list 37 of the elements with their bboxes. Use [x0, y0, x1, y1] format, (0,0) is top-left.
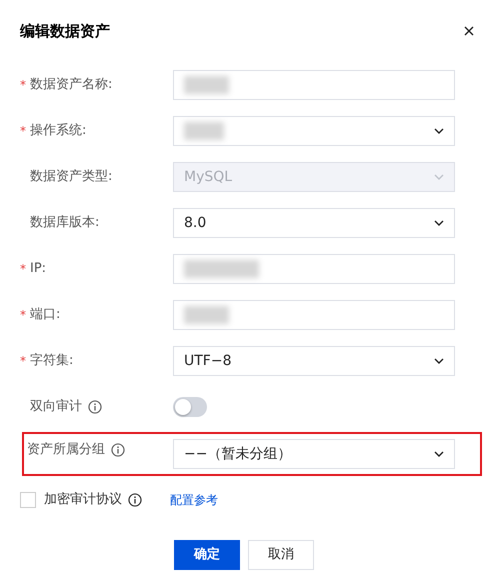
field-label: 双向审计	[30, 398, 82, 416]
checkbox-label: 加密审计协议	[44, 491, 122, 510]
select-field[interactable]: 8.0	[173, 208, 455, 238]
required-mark: *	[20, 261, 27, 278]
field-label: 数据库版本:	[30, 214, 100, 232]
select-field[interactable]: −−（暂未分组）	[173, 439, 455, 469]
checkbox[interactable]	[20, 492, 36, 508]
input-field[interactable]	[173, 300, 455, 330]
toggle-switch[interactable]	[173, 397, 207, 417]
required-mark: *	[20, 77, 27, 94]
required-mark: *	[20, 353, 27, 370]
caret-icon	[434, 128, 444, 134]
field-label: 数据资产类型:	[30, 168, 112, 186]
required-mark: *	[20, 123, 27, 140]
field-label: 字符集:	[30, 352, 74, 370]
field-label: 数据资产名称:	[30, 76, 112, 94]
field-label: 操作系统:	[30, 122, 86, 140]
select-field[interactable]	[173, 116, 455, 146]
reference-link[interactable]: 配置参考	[170, 491, 218, 509]
caret-icon	[434, 451, 444, 457]
dialog-title: 编辑数据资产	[20, 20, 110, 42]
required-mark: *	[20, 307, 27, 324]
cancel-button[interactable]: 取消	[248, 540, 314, 570]
blurred-value	[184, 306, 229, 324]
select-field[interactable]: UTF−8	[173, 346, 455, 376]
blurred-value	[184, 76, 229, 94]
caret-icon	[434, 174, 444, 180]
blurred-value	[184, 122, 224, 140]
field-label: 端口:	[30, 306, 60, 324]
field-label: IP:	[30, 260, 46, 278]
input-field[interactable]	[173, 70, 455, 100]
confirm-button[interactable]: 确定	[174, 540, 240, 570]
input-field[interactable]	[173, 254, 455, 284]
close-icon[interactable]	[464, 26, 474, 36]
caret-icon	[434, 358, 444, 364]
caret-icon	[434, 220, 444, 226]
field-label: 资产所属分组	[27, 441, 105, 459]
